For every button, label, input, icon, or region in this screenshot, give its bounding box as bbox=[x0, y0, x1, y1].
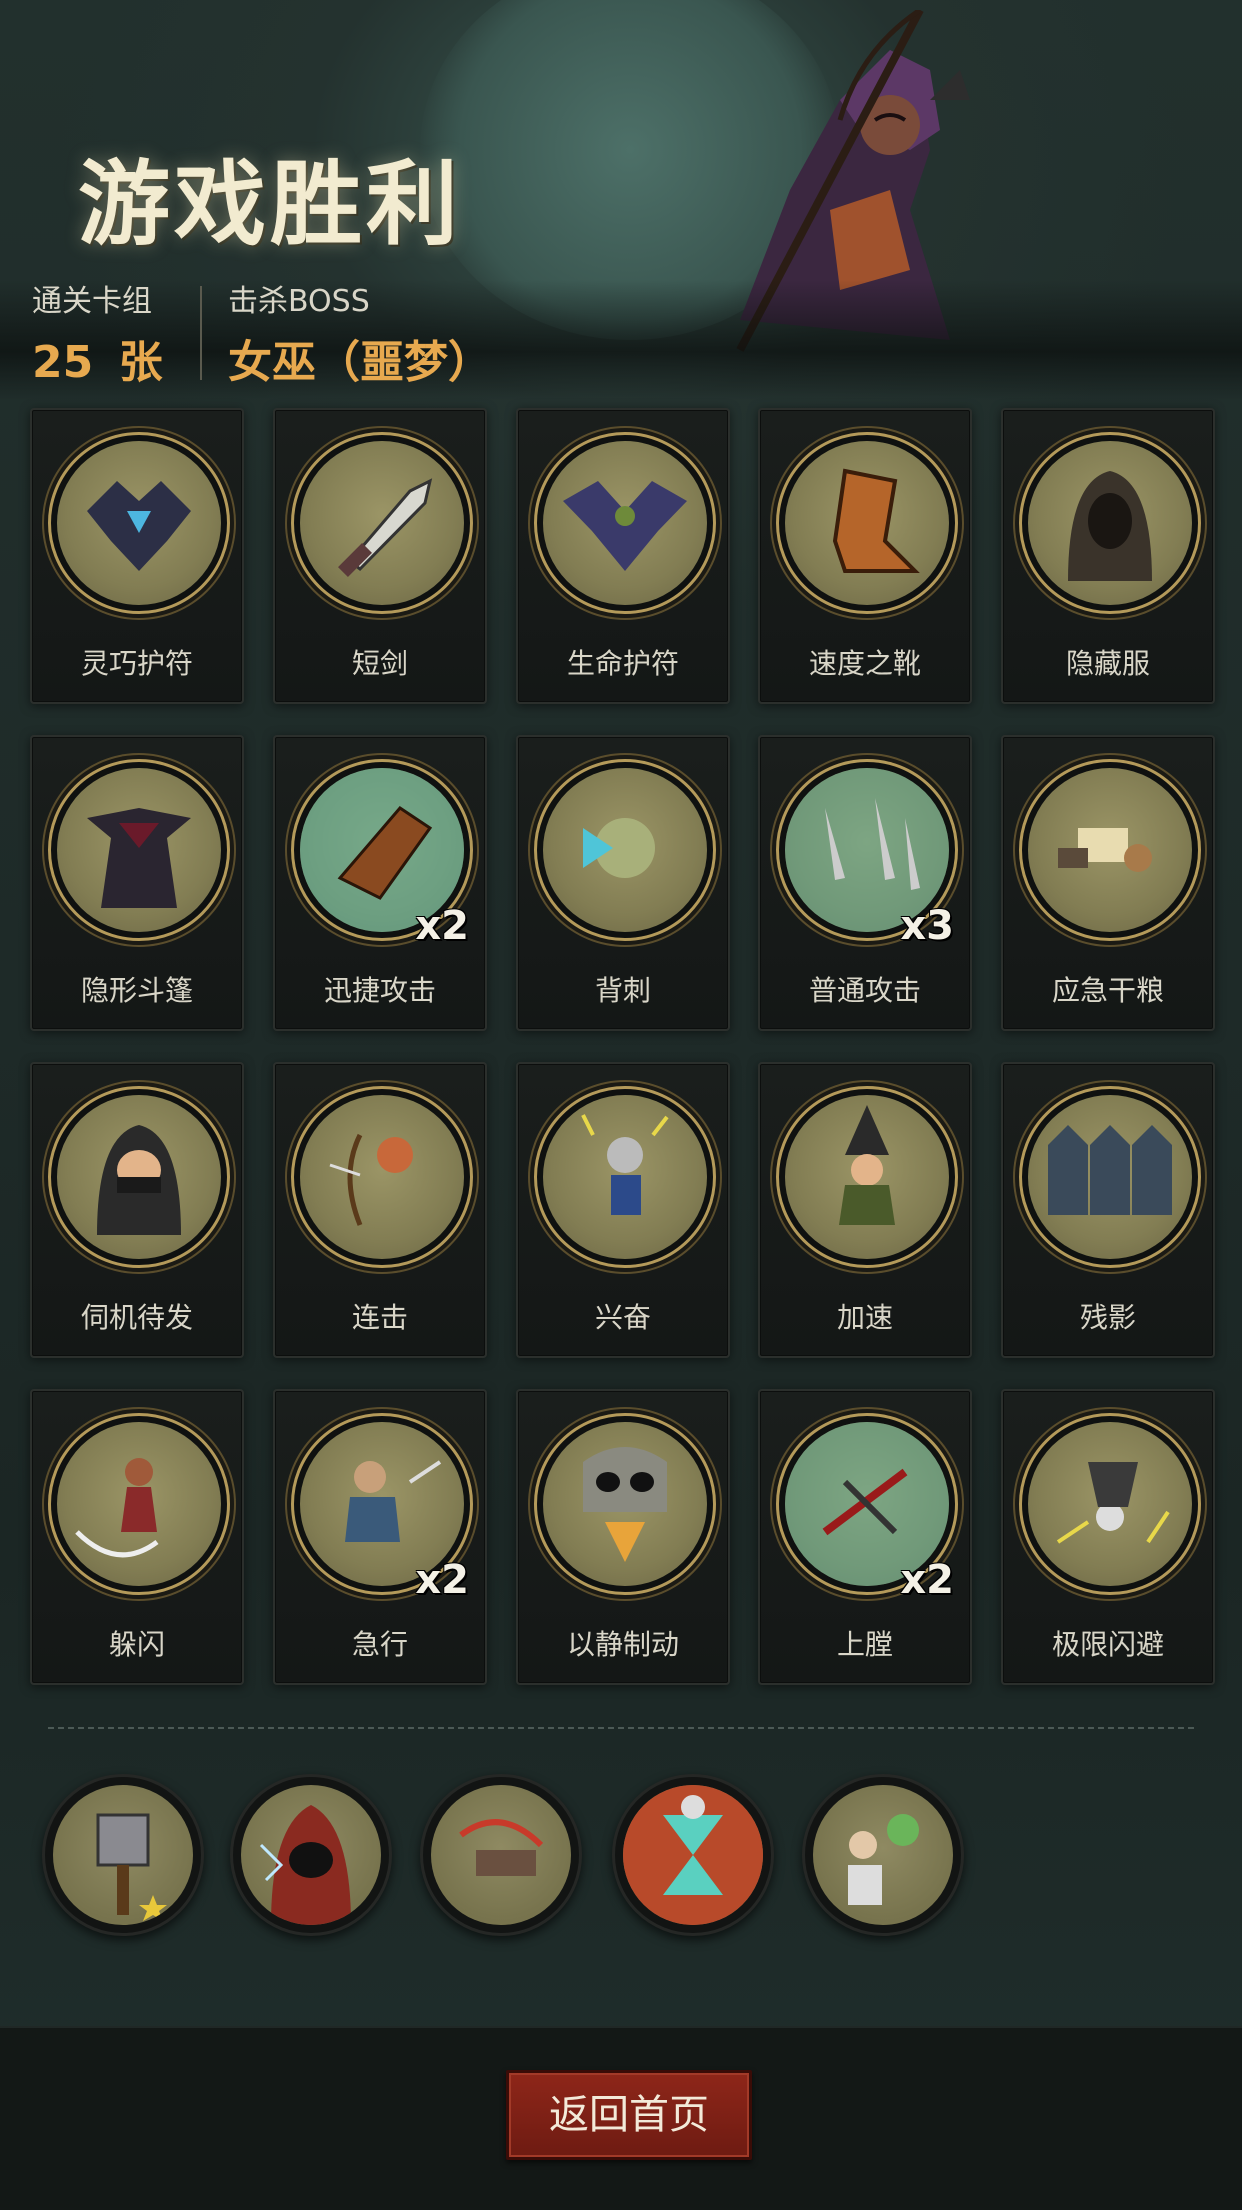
card-label: 躲闪 bbox=[108, 1628, 165, 1661]
card-item[interactable]: 短剑 bbox=[273, 408, 487, 704]
card-medal bbox=[1019, 432, 1201, 614]
card-label: 残影 bbox=[1079, 1301, 1136, 1334]
relic-item[interactable] bbox=[612, 1774, 774, 1936]
cloak-icon bbox=[57, 768, 221, 932]
relic-item[interactable] bbox=[420, 1774, 582, 1936]
stat-separator bbox=[200, 286, 202, 380]
card-label: 应急干粮 bbox=[1051, 974, 1164, 1007]
card-label: 迅捷攻击 bbox=[323, 974, 436, 1007]
card-medal bbox=[1019, 759, 1201, 941]
card-label: 以静制动 bbox=[566, 1628, 679, 1661]
page-title: 游戏胜利 bbox=[78, 151, 463, 258]
card-label: 普通攻击 bbox=[808, 974, 921, 1007]
card-medal bbox=[534, 1413, 716, 1595]
deck-stat: 通关卡组 25 张 bbox=[32, 276, 163, 390]
hourglass-relic-icon bbox=[623, 1785, 763, 1925]
card-item[interactable]: x3 普通攻击 bbox=[758, 735, 972, 1031]
card-medal bbox=[48, 1086, 230, 1268]
boss-stat: 击杀BOSS 女巫（噩梦） bbox=[228, 276, 492, 390]
bat-amulet-icon bbox=[57, 441, 221, 605]
assassin-icon bbox=[57, 1095, 221, 1259]
backstab-icon bbox=[543, 768, 707, 932]
card-item[interactable]: 速度之靴 bbox=[758, 408, 972, 704]
card-label: 隐藏服 bbox=[1065, 647, 1150, 680]
card-item[interactable]: 生命护符 bbox=[516, 408, 730, 704]
card-medal bbox=[48, 1413, 230, 1595]
relic-item[interactable] bbox=[802, 1774, 964, 1936]
zombie-relic-icon bbox=[813, 1785, 953, 1925]
card-item[interactable]: 灵巧护符 bbox=[30, 408, 244, 704]
card-medal bbox=[48, 432, 230, 614]
card-label: 兴奋 bbox=[594, 1301, 651, 1334]
card-label: 伺机待发 bbox=[80, 1301, 193, 1334]
card-item[interactable]: x2 急行 bbox=[273, 1389, 487, 1685]
card-item[interactable]: 连击 bbox=[273, 1062, 487, 1358]
hooded-mage-relic-icon bbox=[241, 1785, 381, 1925]
dagger-icon bbox=[300, 441, 464, 605]
card-item[interactable]: 以静制动 bbox=[516, 1389, 730, 1685]
card-item[interactable]: 隐藏服 bbox=[1001, 408, 1215, 704]
relic-item[interactable] bbox=[42, 1774, 204, 1936]
card-item[interactable]: 加速 bbox=[758, 1062, 972, 1358]
deck-label: 通关卡组 bbox=[32, 284, 152, 319]
card-medal bbox=[1019, 1413, 1201, 1595]
card-item[interactable]: x2 上膛 bbox=[758, 1389, 972, 1685]
card-label: 急行 bbox=[351, 1628, 408, 1661]
dodge-icon bbox=[57, 1422, 221, 1586]
card-medal bbox=[534, 1086, 716, 1268]
skull-icon bbox=[543, 1422, 707, 1586]
crossbow-relic-icon bbox=[431, 1785, 571, 1925]
card-item[interactable]: 伺机待发 bbox=[30, 1062, 244, 1358]
boot-icon bbox=[785, 441, 949, 605]
card-medal bbox=[534, 432, 716, 614]
card-label: 加速 bbox=[836, 1301, 893, 1334]
excited-icon bbox=[543, 1095, 707, 1259]
card-label: 上膛 bbox=[836, 1628, 893, 1661]
card-item[interactable]: 隐形斗篷 bbox=[30, 735, 244, 1031]
relic-item[interactable] bbox=[230, 1774, 392, 1936]
archer-icon bbox=[300, 1095, 464, 1259]
card-label: 隐形斗篷 bbox=[80, 974, 193, 1007]
card-medal bbox=[291, 1086, 473, 1268]
card-label: 短剑 bbox=[351, 647, 408, 680]
card-label: 连击 bbox=[351, 1301, 408, 1334]
card-item[interactable]: x2 迅捷攻击 bbox=[273, 735, 487, 1031]
hammer-relic-icon bbox=[53, 1785, 193, 1925]
card-medal bbox=[534, 759, 716, 941]
hood-icon bbox=[1028, 441, 1192, 605]
card-label: 灵巧护符 bbox=[80, 647, 193, 680]
card-item[interactable]: 应急干粮 bbox=[1001, 735, 1215, 1031]
card-count-badge: x2 bbox=[415, 1557, 469, 1603]
return-home-button[interactable]: 返回首页 bbox=[506, 2070, 752, 2160]
card-count-badge: x2 bbox=[415, 903, 469, 949]
afterimage-icon bbox=[1028, 1095, 1192, 1259]
card-medal bbox=[776, 1086, 958, 1268]
rations-icon bbox=[1028, 768, 1192, 932]
card-medal bbox=[48, 759, 230, 941]
card-label: 速度之靴 bbox=[808, 647, 921, 680]
deck-unit: 张 bbox=[118, 337, 163, 388]
card-count-badge: x3 bbox=[900, 903, 954, 949]
card-label: 背刺 bbox=[594, 974, 651, 1007]
card-item[interactable]: 残影 bbox=[1001, 1062, 1215, 1358]
section-divider bbox=[48, 1727, 1194, 1729]
card-label: 极限闪避 bbox=[1051, 1628, 1164, 1661]
card-medal bbox=[291, 432, 473, 614]
extreme-dodge-icon bbox=[1028, 1422, 1192, 1586]
card-item[interactable]: 背刺 bbox=[516, 735, 730, 1031]
card-count-badge: x2 bbox=[900, 1557, 954, 1603]
card-item[interactable]: 极限闪避 bbox=[1001, 1389, 1215, 1685]
boss-label: 击杀BOSS bbox=[228, 284, 370, 319]
header-shade bbox=[0, 280, 1242, 400]
bat-charm-icon bbox=[543, 441, 707, 605]
witch-icon bbox=[785, 1095, 949, 1259]
card-label: 生命护符 bbox=[566, 647, 679, 680]
card-medal bbox=[1019, 1086, 1201, 1268]
deck-value: 25 张 bbox=[32, 326, 163, 390]
deck-count: 25 bbox=[32, 337, 94, 388]
card-medal bbox=[776, 432, 958, 614]
card-item[interactable]: 兴奋 bbox=[516, 1062, 730, 1358]
boss-name: 女巫（噩梦） bbox=[228, 337, 492, 388]
card-item[interactable]: 躲闪 bbox=[30, 1389, 244, 1685]
